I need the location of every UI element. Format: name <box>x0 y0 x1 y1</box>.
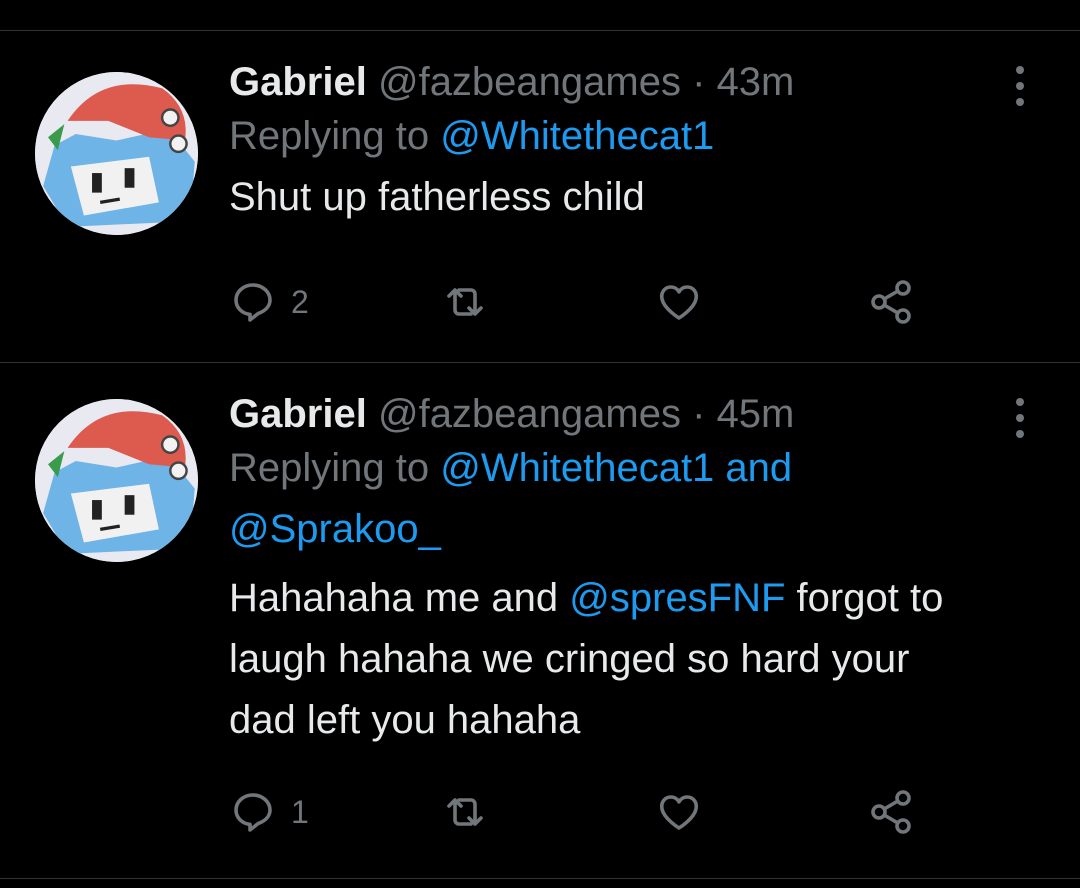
reply-mention-1[interactable]: @Whitethecat1 <box>440 114 714 158</box>
retweet-button[interactable] <box>441 787 489 837</box>
share-button[interactable] <box>867 277 915 327</box>
retweet-button[interactable] <box>441 277 489 327</box>
share-button[interactable] <box>867 787 915 837</box>
share-icon <box>871 280 911 324</box>
replying-to: Replying to @Whitethecat1 <box>229 106 1029 167</box>
reply-icon <box>234 283 272 322</box>
reply-icon <box>234 793 272 832</box>
bottom-divider <box>0 878 1080 879</box>
more-options-icon[interactable] <box>1010 66 1030 106</box>
tweet-1[interactable]: Gabriel @fazbeangames · 43m Replying to … <box>0 31 1080 362</box>
heart-icon <box>659 795 699 830</box>
retweet-icon <box>447 288 483 316</box>
timestamp[interactable]: 43m <box>717 60 795 104</box>
separator: · <box>692 392 706 436</box>
user-handle[interactable]: @fazbeangames <box>378 60 681 104</box>
like-button[interactable] <box>655 787 703 837</box>
reply-button[interactable]: 1 <box>229 787 309 837</box>
replying-prefix: Replying to <box>229 114 441 158</box>
tweet-header: Gabriel @fazbeangames · 43m <box>229 58 1029 106</box>
user-handle[interactable]: @fazbeangames <box>378 392 681 436</box>
tweet-text: Shut up fatherless child <box>229 175 645 219</box>
tweet-actions: 1 <box>229 787 949 837</box>
avatar[interactable] <box>35 72 198 235</box>
separator: · <box>692 60 706 104</box>
text-line-3: dad left you hahaha <box>229 698 581 742</box>
tweet-2[interactable]: Gabriel @fazbeangames · 45m Replying to … <box>0 363 1080 878</box>
tweet-actions: 2 <box>229 277 949 327</box>
avatar-image <box>35 72 198 235</box>
reply-and: and <box>714 446 793 490</box>
avatar[interactable] <box>35 399 198 562</box>
avatar-image <box>35 399 198 562</box>
text-mention[interactable]: @spresFNF <box>569 576 785 620</box>
tweet-header: Gabriel @fazbeangames · 45m <box>229 390 1029 438</box>
reply-mention-2[interactable]: @Sprakoo_ <box>229 507 441 551</box>
share-icon <box>871 790 911 834</box>
display-name[interactable]: Gabriel <box>229 392 367 436</box>
like-button[interactable] <box>655 277 703 327</box>
text-part-1: Hahahaha me and <box>229 576 570 620</box>
reply-mention-1[interactable]: @Whitethecat1 <box>440 446 714 490</box>
tweet-text: Hahahaha me and @spresFNF forgot to laug… <box>229 568 1029 751</box>
reply-count: 1 <box>291 793 309 830</box>
timestamp[interactable]: 45m <box>717 392 795 436</box>
reply-button[interactable]: 2 <box>229 277 309 327</box>
text-line-2: laugh hahaha we cringed so hard your <box>229 637 910 681</box>
reply-count: 2 <box>291 283 309 320</box>
display-name[interactable]: Gabriel <box>229 60 367 104</box>
replying-to: Replying to @Whitethecat1 and @Sprakoo_ <box>229 438 1029 560</box>
retweet-icon <box>447 798 483 826</box>
replying-prefix: Replying to <box>229 446 441 490</box>
more-options-icon[interactable] <box>1010 398 1030 438</box>
text-part-2: forgot to <box>785 576 944 620</box>
heart-icon <box>659 285 699 320</box>
